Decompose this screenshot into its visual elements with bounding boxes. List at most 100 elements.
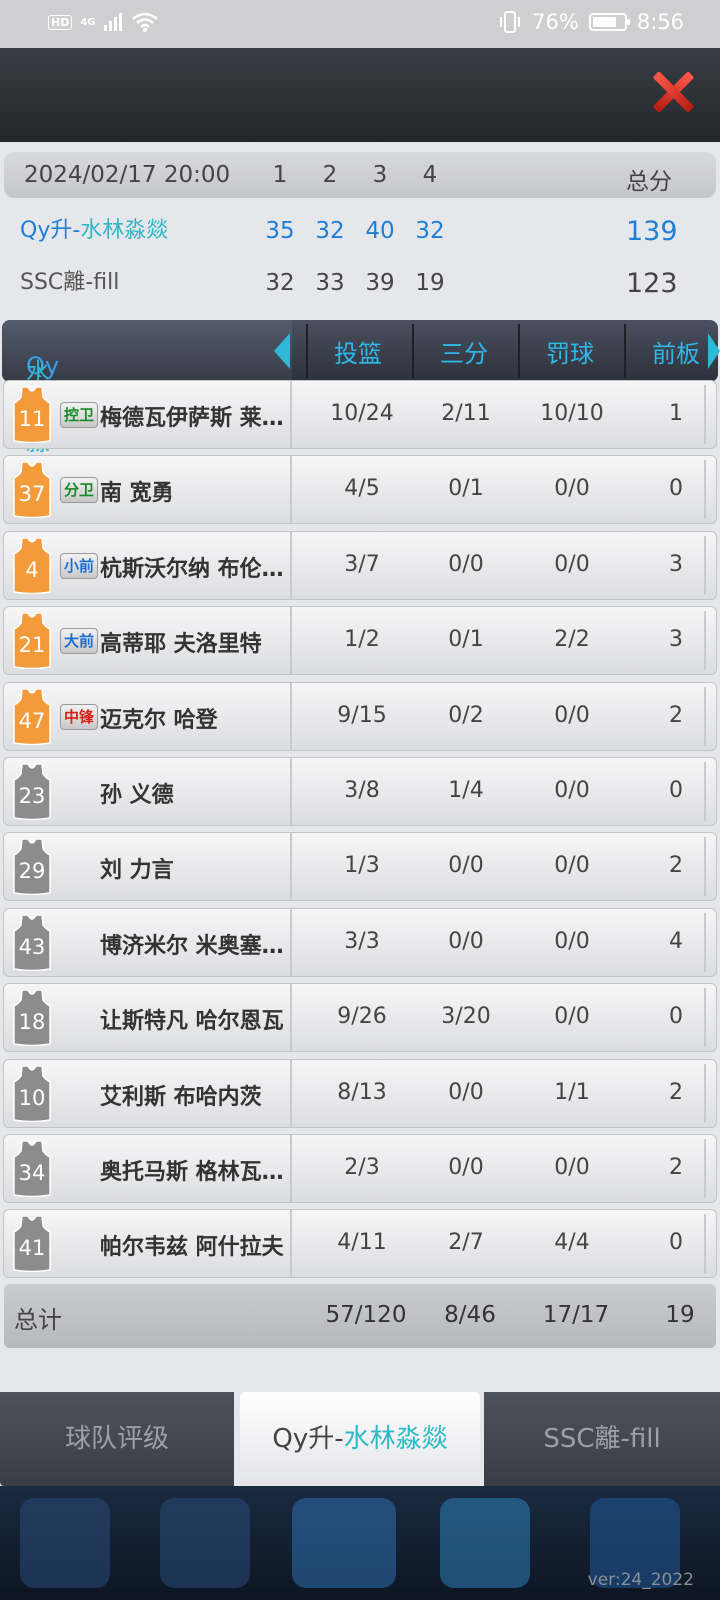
position-badge: 大前	[60, 628, 98, 654]
blurred-court-icon	[292, 1498, 396, 1588]
jersey-icon: 37	[12, 462, 52, 518]
stat-three: 0/0	[448, 552, 484, 577]
player-row[interactable]: 29 刘 力言 1/3 0/0 0/0 2	[3, 832, 717, 901]
stat-three: 1/4	[448, 778, 484, 803]
player-row[interactable]: 37 分卫 南 宽勇 4/5 0/1 0/0 0	[3, 455, 717, 524]
wifi-icon	[131, 12, 158, 32]
player-row[interactable]: 47 中锋 迈克尔 哈登 9/15 0/2 0/0 2	[3, 682, 717, 751]
away-q4: 19	[415, 270, 445, 296]
jersey-number: 37	[18, 482, 46, 506]
home-q3: 40	[365, 218, 395, 244]
total-label: 总分	[626, 169, 672, 195]
player-name: 杭斯沃尔纳 布伦…	[100, 557, 284, 582]
away-q1: 32	[265, 270, 295, 296]
jersey-number: 43	[18, 935, 46, 959]
jersey-number: 18	[18, 1010, 46, 1034]
battery-percent: 76%	[532, 10, 579, 34]
player-name: 迈克尔 哈登	[100, 708, 218, 733]
stat-fg: 4/11	[337, 1230, 387, 1255]
position-badge: 小前	[60, 553, 98, 579]
stat-fg: 1/3	[344, 853, 380, 878]
jersey-number: 21	[18, 633, 46, 657]
stat-fg: 2/3	[344, 1155, 380, 1180]
scroll-left-arrow-icon[interactable]	[274, 333, 290, 369]
vibrate-icon	[500, 11, 521, 33]
column-header-ft[interactable]: 罚球	[518, 334, 622, 369]
totals-ft: 17/17	[542, 1302, 610, 1328]
stat-three: 0/2	[448, 703, 484, 728]
player-row[interactable]: 11 控卫 梅德瓦伊萨斯 莱… 10/24 2/11 10/10 1	[3, 380, 717, 449]
stat-ft: 0/0	[554, 1155, 590, 1180]
position-badge: 中锋	[60, 704, 98, 730]
quarter-label: 2	[322, 162, 338, 188]
stat-three: 0/0	[448, 929, 484, 954]
player-row[interactable]: 10 艾利斯 布哈内茨 8/13 0/0 1/1 2	[3, 1059, 717, 1128]
jersey-icon: 41	[12, 1216, 52, 1272]
player-name: 帕尔韦兹 阿什拉夫	[100, 1235, 284, 1260]
jersey-number: 47	[18, 709, 46, 733]
stat-ft: 0/0	[554, 1004, 590, 1029]
jersey-icon: 18	[12, 990, 52, 1046]
jersey-number: 34	[18, 1161, 46, 1185]
jersey-icon: 34	[12, 1141, 52, 1197]
player-row[interactable]: 21 大前 高蒂耶 夫洛里特 1/2 0/1 2/2 3	[3, 606, 717, 675]
quarter-label: 4	[422, 162, 438, 188]
player-row[interactable]: 4 小前 杭斯沃尔纳 布伦… 3/7 0/0 0/0 3	[3, 531, 717, 600]
stats-table-header: Qy升-水林淼燚 投篮 三分 罚球 前板	[2, 320, 720, 491]
away-total: 123	[626, 268, 678, 299]
stat-ft: 0/0	[554, 778, 590, 803]
jersey-number: 11	[18, 407, 46, 431]
totals-fg: 57/120	[325, 1302, 407, 1328]
player-row[interactable]: 18 让斯特凡 哈尔恩瓦 9/26 3/20 0/0 0	[3, 983, 717, 1052]
player-row[interactable]: 34 奥托马斯 格林瓦… 2/3 0/0 0/0 2	[3, 1134, 717, 1203]
stat-three: 0/1	[448, 627, 484, 652]
stat-fg: 4/5	[344, 476, 380, 501]
away-q2: 33	[315, 270, 345, 296]
home-team-name: Qy升-水林淼燚	[20, 218, 169, 243]
player-row[interactable]: 41 帕尔韦兹 阿什拉夫 4/11 2/7 4/4 0	[3, 1209, 717, 1278]
stat-ft: 0/0	[554, 552, 590, 577]
jersey-number: 4	[25, 558, 39, 582]
blurred-chat-icon	[440, 1498, 530, 1588]
stat-three: 0/0	[448, 1155, 484, 1180]
stat-three: 2/11	[441, 401, 491, 426]
column-header-fg[interactable]: 投篮	[306, 334, 410, 369]
stat-ft: 0/0	[554, 929, 590, 954]
stat-ft: 1/1	[554, 1080, 590, 1105]
jersey-icon: 23	[12, 764, 52, 820]
background-nav: ver:24_2022	[0, 1486, 720, 1600]
stat-ft: 2/2	[554, 627, 590, 652]
stat-three: 0/0	[448, 1080, 484, 1105]
home-total: 139	[626, 216, 678, 247]
stat-fg: 8/13	[337, 1080, 387, 1105]
stat-fg: 3/3	[344, 929, 380, 954]
scroll-right-arrow-icon[interactable]	[708, 333, 720, 369]
quarter-label: 1	[272, 162, 288, 188]
tab-home-team[interactable]: Qy升-水林淼燚	[240, 1392, 480, 1484]
jersey-number: 23	[18, 784, 46, 808]
column-header-three[interactable]: 三分	[412, 334, 516, 369]
player-name: 南 宽勇	[100, 481, 174, 506]
network-indicator: 4G	[80, 16, 96, 28]
player-name: 高蒂耶 夫洛里特	[100, 632, 262, 657]
position-badge: 分卫	[60, 477, 98, 503]
stat-fg: 9/26	[337, 1004, 387, 1029]
stat-ft: 0/0	[554, 853, 590, 878]
hd-indicator: HD	[48, 14, 73, 30]
column-header-oreb[interactable]: 前板	[624, 334, 720, 369]
jersey-number: 41	[18, 1236, 46, 1260]
close-button[interactable]	[650, 70, 694, 114]
scoreboard: 2024/02/17 20:00 1 2 3 4 总分 Qy升-水林淼燚 35 …	[4, 152, 716, 312]
totals-label: 总计	[14, 1306, 62, 1334]
player-name: 孙 义德	[100, 783, 174, 808]
player-row[interactable]: 23 孙 义德 3/8 1/4 0/0 0	[3, 757, 717, 826]
player-name: 梅德瓦伊萨斯 莱…	[100, 406, 284, 431]
version-label: ver:24_2022	[587, 1570, 694, 1590]
jersey-number: 29	[18, 859, 46, 883]
tab-away-team[interactable]: SSC離-fill	[484, 1392, 720, 1486]
player-row[interactable]: 43 博济米尔 米奥塞… 3/3 0/0 0/0 4	[3, 908, 717, 977]
stat-three: 0/1	[448, 476, 484, 501]
jersey-icon: 11	[12, 387, 52, 443]
tab-team-rating[interactable]: 球队评级	[0, 1392, 234, 1486]
team-tabs: 球队评级 Qy升-水林淼燚 SSC離-fill	[0, 1392, 720, 1486]
